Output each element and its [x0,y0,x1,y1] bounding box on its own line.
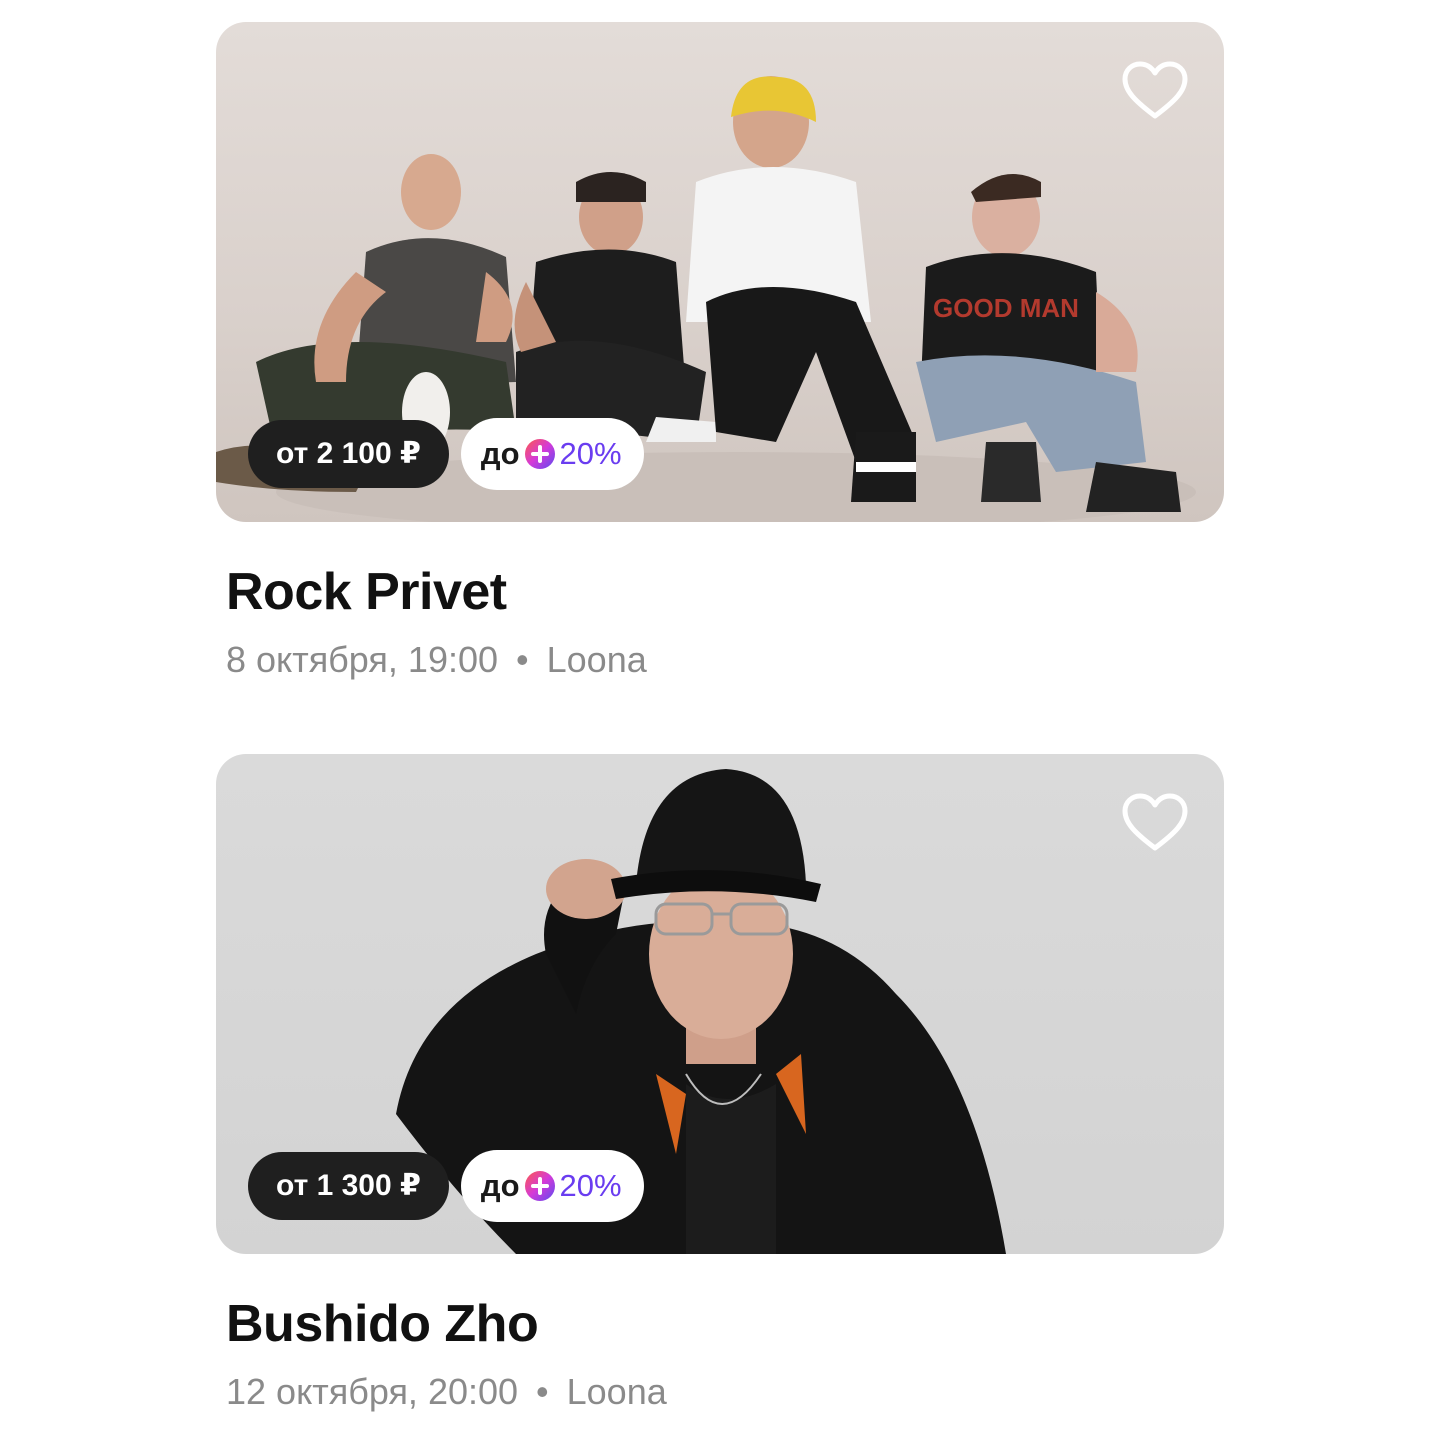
heart-outline-icon [1122,61,1188,119]
plus-cashback-badge: до 20% [460,418,644,490]
shirt-print: GOOD MAN [933,293,1079,323]
event-venue: Loona [546,639,647,680]
price-badge: от 1 300 ₽ [248,1152,449,1220]
price-badge: от 2 100 ₽ [248,420,449,488]
meta-separator: • [516,639,529,680]
event-meta: 12 октября, 20:00 • Loona [226,1370,1224,1414]
plus-cashback-badge: до 20% [460,1150,644,1222]
favorite-button[interactable] [1118,58,1192,124]
meta-separator: • [536,1371,549,1412]
event-title[interactable]: Rock Privet [226,564,1224,620]
event-meta: 8 октября, 19:00 • Loona [226,638,1224,682]
event-date-time: 12 октября, 20:00 [226,1371,519,1412]
event-image[interactable]: от 1 300 ₽ до 20% [216,754,1224,1254]
badges: от 1 300 ₽ до 20% [248,1150,644,1222]
favorite-button[interactable] [1118,790,1192,856]
event-title[interactable]: Bushido Zho [226,1296,1224,1352]
event-date-time: 8 октября, 19:00 [226,639,499,680]
plus-icon [524,439,555,469]
plus-value: 20% [559,436,622,471]
plus-value: 20% [559,1168,622,1203]
event-card[interactable]: GOOD MAN от 2 100 ₽ до 20% Rock Privet 8… [216,22,1224,682]
heart-outline-icon [1122,793,1188,851]
plus-prefix: до [480,1168,520,1203]
badges: от 2 100 ₽ до 20% [248,418,644,490]
event-card[interactable]: от 1 300 ₽ до 20% Bushido Zho 12 октября… [216,754,1224,1414]
plus-icon [524,1171,555,1201]
event-venue: Loona [566,1371,667,1412]
plus-prefix: до [480,436,520,471]
event-image[interactable]: GOOD MAN от 2 100 ₽ до 20% [216,22,1224,522]
event-feed: GOOD MAN от 2 100 ₽ до 20% Rock Privet 8… [0,0,1440,1440]
